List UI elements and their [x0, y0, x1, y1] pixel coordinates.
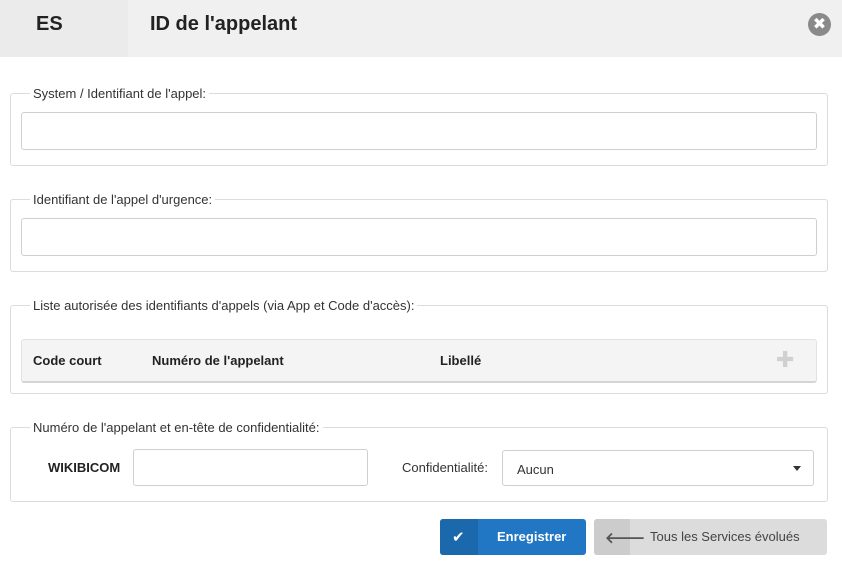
column-header-short-code[interactable]: Code court: [33, 353, 102, 368]
save-button[interactable]: ✔ Enregistrer: [440, 519, 586, 555]
header: ES ID de l'appelant ✖: [0, 0, 842, 57]
save-icon-box: ✔: [440, 519, 478, 555]
column-header-label[interactable]: Libellé: [440, 353, 481, 368]
all-services-button[interactable]: 🡐 Tous les Services évolués: [594, 519, 827, 555]
confidentiality-label: Confidentialité:: [402, 460, 488, 475]
confidentiality-select[interactable]: Aucun: [502, 450, 814, 486]
arrow-left-icon: 🡐: [605, 530, 646, 547]
back-icon-box: 🡐: [594, 519, 645, 555]
system-id-legend: System / Identifiant de l'appel:: [33, 86, 207, 101]
whitelist-legend: Liste autorisée des identifiants d'appel…: [33, 298, 415, 313]
column-header-caller-number[interactable]: Numéro de l'appelant: [152, 353, 284, 368]
privacy-legend: Numéro de l'appelant et en-tête de confi…: [33, 420, 320, 435]
save-button-label: Enregistrer: [497, 529, 567, 544]
emergency-id-input[interactable]: [21, 218, 817, 256]
page-title: ID de l'appelant: [150, 13, 298, 35]
close-icon[interactable]: ✖: [808, 13, 831, 36]
breadcrumb-arrow: [105, 0, 128, 56]
system-id-input[interactable]: [21, 112, 817, 150]
chevron-down-icon: [793, 466, 801, 471]
caller-number-input[interactable]: [133, 449, 368, 486]
confidentiality-selected-value: Aucun: [517, 462, 554, 477]
all-services-button-label: Tous les Services évolués: [650, 529, 800, 544]
number-prefix-label: WIKIBICOM: [48, 460, 121, 475]
add-icon[interactable]: ✚: [776, 349, 794, 371]
emergency-id-legend: Identifiant de l'appel d'urgence:: [33, 192, 213, 207]
check-icon: ✔: [452, 529, 465, 546]
breadcrumb-label[interactable]: ES: [36, 13, 63, 36]
whitelist-table-header: Code court Numéro de l'appelant Libellé …: [21, 339, 817, 383]
